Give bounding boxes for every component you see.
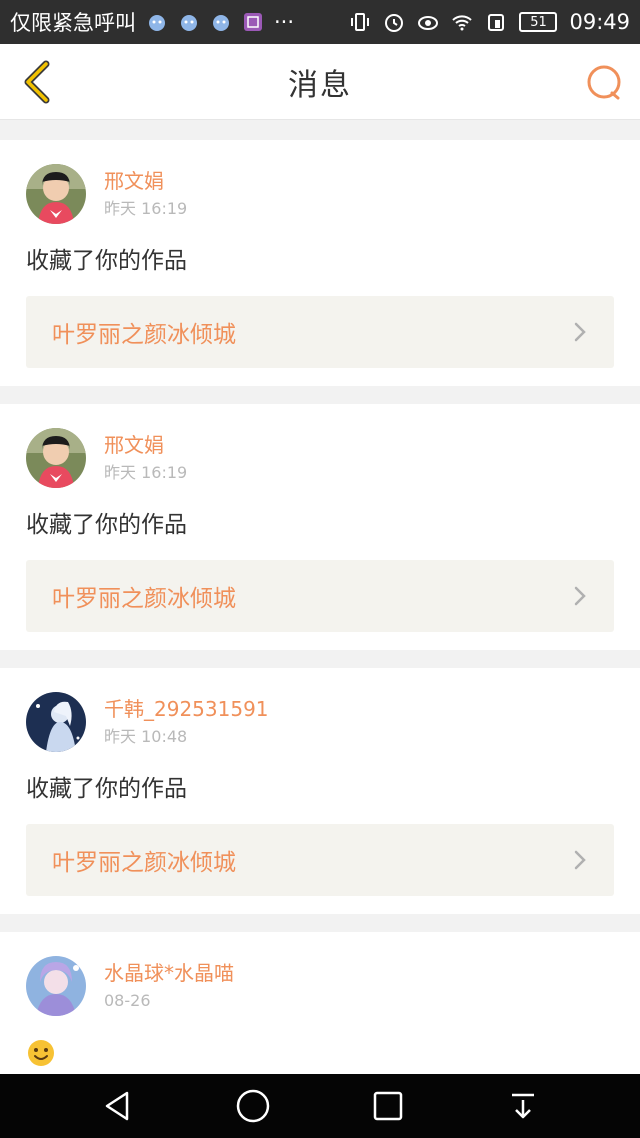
eye-icon: [418, 16, 439, 30]
battery-indicator: 51: [519, 12, 558, 32]
app-notification-icon: [181, 15, 197, 31]
alarm-icon: [385, 14, 404, 32]
work-title: 叶罗丽之颜冰倾城: [52, 586, 236, 612]
gallery-notification-icon: [244, 13, 262, 31]
vibrate-icon: [351, 13, 370, 31]
chevron-right-icon: [574, 322, 586, 342]
page-title: 消息: [288, 67, 352, 103]
username[interactable]: 千韩_292531591: [104, 695, 269, 723]
carrier-text: 仅限紧急呼叫: [10, 11, 136, 35]
signal-icon: [488, 14, 505, 31]
smiley-emoji-icon: [28, 1040, 54, 1066]
status-bar: 仅限紧急呼叫 ··· 51 09:49: [0, 0, 640, 44]
triangle-back-icon: [105, 1091, 128, 1121]
timestamp: 昨天 10:48: [104, 727, 188, 746]
system-nav-bar: [0, 1074, 640, 1138]
chevron-left-icon[interactable]: [18, 58, 58, 106]
wifi-icon: [452, 15, 473, 31]
nav-back-button[interactable]: [96, 1084, 140, 1128]
circle-home-icon: [236, 1089, 269, 1123]
app-notification-icon: [149, 15, 165, 31]
nav-home-button[interactable]: [231, 1084, 275, 1128]
square-recents-icon: [373, 1091, 402, 1121]
app-notification-icon: [213, 15, 229, 31]
action-text: 收藏了你的作品: [26, 248, 187, 274]
work-link[interactable]: 叶罗丽之颜冰倾城: [26, 824, 614, 896]
work-link[interactable]: 叶罗丽之颜冰倾城: [26, 560, 614, 632]
nav-notifications-button[interactable]: [501, 1084, 545, 1128]
username[interactable]: 水晶球*水晶喵: [104, 959, 234, 987]
chevron-right-icon: [574, 850, 586, 870]
pull-down-icon: [511, 1093, 534, 1119]
action-text: 收藏了你的作品: [26, 776, 187, 802]
avatar[interactable]: [26, 428, 86, 488]
message-card: 邢文娟 昨天 16:19 收藏了你的作品 叶罗丽之颜冰倾城: [0, 404, 640, 650]
app-header: 消息: [0, 44, 640, 120]
message-card: 邢文娟 昨天 16:19 收藏了你的作品 叶罗丽之颜冰倾城: [0, 140, 640, 386]
message-list: 邢文娟 昨天 16:19 收藏了你的作品 叶罗丽之颜冰倾城 邢文娟 昨天 16:…: [0, 140, 640, 1108]
work-title: 叶罗丽之颜冰倾城: [52, 850, 236, 876]
timestamp: 昨天 16:19: [104, 199, 188, 218]
username[interactable]: 邢文娟: [104, 167, 187, 195]
timestamp: 08-26: [104, 991, 151, 1010]
avatar[interactable]: [26, 692, 86, 752]
action-text: 收藏了你的作品: [26, 512, 187, 538]
nav-recents-button[interactable]: [366, 1084, 410, 1128]
search-icon[interactable]: [584, 62, 624, 102]
message-card: 千韩_292531591 昨天 10:48 收藏了你的作品 叶罗丽之颜冰倾城: [0, 668, 640, 914]
work-title: 叶罗丽之颜冰倾城: [52, 322, 236, 348]
message-card: 水晶球*水晶喵 08-26: [0, 932, 640, 1090]
timestamp: 昨天 16:19: [104, 463, 188, 482]
avatar[interactable]: [26, 164, 86, 224]
chevron-right-icon: [574, 586, 586, 606]
username[interactable]: 邢文娟: [104, 431, 187, 459]
clock: 09:49: [569, 10, 630, 34]
avatar[interactable]: [26, 956, 86, 1016]
work-link[interactable]: 叶罗丽之颜冰倾城: [26, 296, 614, 368]
more-notifications: ···: [274, 10, 295, 34]
